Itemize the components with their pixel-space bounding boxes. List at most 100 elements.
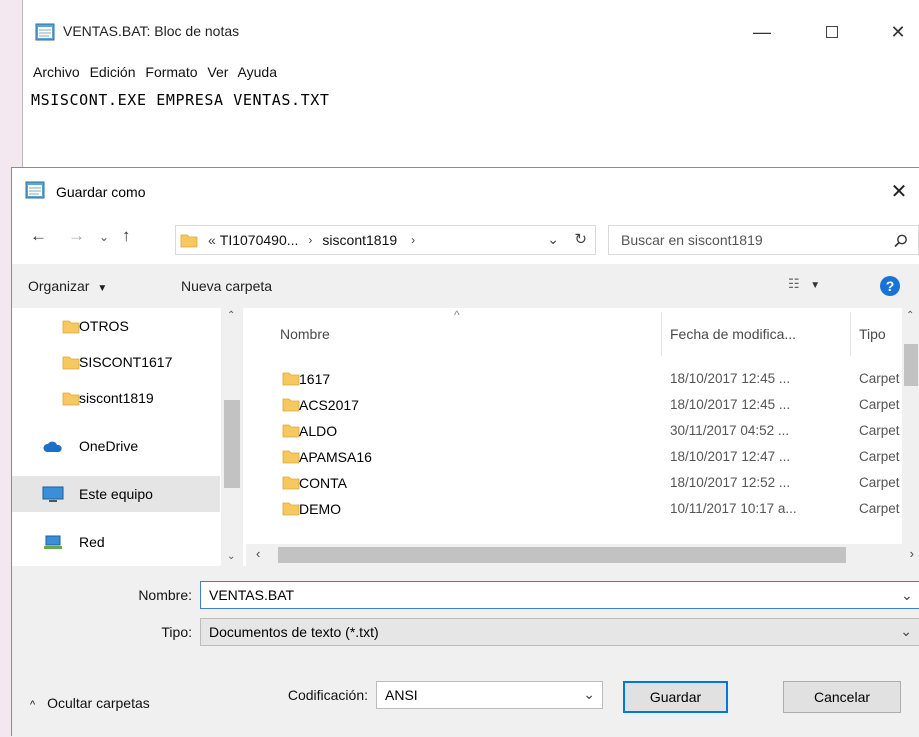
hide-folders-toggle[interactable]: ^ Ocultar carpetas: [30, 695, 150, 711]
column-header-date[interactable]: Fecha de modifica...: [670, 326, 796, 342]
nav-pane-scrollbar[interactable]: ⌃ ⌄: [221, 308, 243, 566]
file-row[interactable]: APAMSA16 18/10/2017 12:47 ... Carpet: [246, 444, 906, 470]
menu-edicion[interactable]: Edición: [90, 64, 136, 80]
change-view-button[interactable]: ☷ ▼: [788, 276, 820, 292]
folder-icon: [180, 234, 198, 248]
recent-locations-chevron-icon[interactable]: ⌄: [99, 230, 109, 244]
hide-folders-label: Ocultar carpetas: [47, 695, 150, 711]
nav-item-red[interactable]: Red: [12, 524, 220, 560]
file-type: Carpet: [859, 501, 900, 516]
file-row[interactable]: DEMO 10/11/2017 10:17 a... Carpet: [246, 496, 906, 516]
address-dropdown-chevron-icon[interactable]: ⌄: [547, 231, 559, 248]
organize-button[interactable]: Organizar ▼: [28, 278, 107, 294]
column-separator[interactable]: [850, 312, 851, 356]
breadcrumb-overflow[interactable]: «: [208, 232, 216, 248]
folder-icon: [62, 320, 80, 334]
file-row[interactable]: ACS2017 18/10/2017 12:45 ... Carpet: [246, 392, 906, 418]
folder-icon: [282, 398, 300, 412]
scroll-right-arrow-icon[interactable]: ›: [910, 546, 914, 561]
filetype-select[interactable]: Documentos de texto (*.txt) ⌄: [200, 618, 919, 646]
file-row[interactable]: CONTA 18/10/2017 12:52 ... Carpet: [246, 470, 906, 496]
folder-icon: [282, 450, 300, 464]
file-type: Carpet: [859, 371, 900, 386]
up-arrow-icon[interactable]: ↑: [122, 226, 131, 246]
close-button[interactable]: ✕: [875, 12, 919, 52]
nav-scroll-thumb[interactable]: [224, 400, 240, 488]
column-header-type[interactable]: Tipo: [859, 326, 886, 342]
search-input[interactable]: [619, 230, 879, 250]
file-name: ALDO: [299, 423, 338, 439]
breadcrumb-separator-icon[interactable]: ›: [308, 233, 312, 247]
column-separator[interactable]: [661, 312, 662, 356]
notepad-titlebar[interactable]: VENTAS.BAT: Bloc de notas — ✕: [23, 12, 919, 52]
scroll-up-arrow-icon[interactable]: ⌃: [906, 310, 914, 321]
file-list-horizontal-scrollbar[interactable]: ‹ ›: [246, 544, 919, 566]
breadcrumb-segment[interactable]: TI1070490...: [220, 232, 299, 248]
new-folder-button[interactable]: Nueva carpeta: [181, 278, 272, 294]
dropdown-arrow-icon: ▼: [97, 283, 108, 294]
notepad-menubar: Archivo Edición Formato Ver Ayuda: [33, 64, 283, 80]
nav-item-label: Este equipo: [79, 486, 153, 502]
organize-label: Organizar: [28, 278, 90, 294]
file-row[interactable]: ALDO 30/11/2017 04:52 ... Carpet: [246, 418, 906, 444]
scroll-up-arrow-icon[interactable]: ⌃: [227, 310, 235, 321]
nav-item-label: siscont1819: [79, 390, 154, 406]
save-button[interactable]: Guardar: [623, 681, 728, 713]
dialog-close-button[interactable]: ✕: [879, 174, 919, 208]
nav-item-otros[interactable]: OTROS: [12, 308, 220, 344]
close-icon: ✕: [890, 21, 906, 42]
menu-ver[interactable]: Ver: [207, 64, 228, 80]
column-header-name[interactable]: Nombre: [280, 326, 330, 342]
maximize-button[interactable]: [809, 12, 855, 52]
encoding-value: ANSI: [385, 687, 418, 703]
search-box[interactable]: [608, 225, 919, 255]
forward-arrow-icon[interactable]: →: [68, 226, 85, 246]
chevron-up-icon: ^: [30, 699, 36, 711]
nav-item-este-equipo[interactable]: Este equipo: [12, 476, 220, 512]
file-name: DEMO: [299, 501, 341, 516]
nav-item-siscont1819[interactable]: siscont1819: [12, 380, 220, 416]
scroll-down-arrow-icon[interactable]: ⌄: [227, 551, 235, 562]
notepad-title: VENTAS.BAT: Bloc de notas: [63, 23, 240, 39]
nav-item-label: OTROS: [79, 318, 129, 334]
notepad-app-icon: [25, 181, 45, 199]
save-options-panel: Nombre: ⌄ Tipo: Documentos de texto (*.t…: [12, 566, 919, 737]
vertical-scroll-thumb[interactable]: [904, 344, 918, 386]
cancel-button[interactable]: Cancelar: [783, 681, 901, 713]
breadcrumb-segment[interactable]: siscont1819: [322, 232, 397, 248]
filename-dropdown-chevron-icon[interactable]: ⌄: [901, 587, 913, 604]
network-icon: [44, 535, 62, 549]
file-row[interactable]: 1617 18/10/2017 12:45 ... Carpet: [246, 366, 906, 392]
filename-input[interactable]: [200, 581, 919, 609]
nav-item-label: SISCONT1617: [79, 354, 173, 370]
file-list: Nombre ^ Fecha de modifica... Tipo 1617 …: [246, 308, 919, 566]
scroll-left-arrow-icon[interactable]: ‹: [256, 546, 260, 561]
file-type: Carpet: [859, 423, 900, 438]
menu-ayuda[interactable]: Ayuda: [238, 64, 277, 80]
menu-archivo[interactable]: Archivo: [33, 64, 80, 80]
maximize-icon: [826, 26, 838, 38]
encoding-select[interactable]: ANSI ⌄: [376, 681, 603, 709]
address-bar[interactable]: « TI1070490... › siscont1819 › ⌄ ↻: [175, 225, 596, 255]
back-arrow-icon[interactable]: ←: [30, 226, 47, 246]
nav-item-onedrive[interactable]: OneDrive: [12, 428, 220, 464]
minimize-button[interactable]: —: [739, 12, 785, 52]
menu-formato[interactable]: Formato: [145, 64, 197, 80]
file-list-vertical-scrollbar[interactable]: ⌃: [902, 308, 919, 550]
file-name: 1617: [299, 371, 331, 387]
nav-item-label: OneDrive: [79, 438, 139, 454]
dialog-titlebar[interactable]: Guardar como ✕: [12, 168, 919, 216]
refresh-icon[interactable]: ↻: [574, 230, 587, 248]
file-date: 18/10/2017 12:52 ...: [670, 475, 791, 490]
dropdown-arrow-icon: ▼: [810, 280, 821, 291]
filetype-label: Tipo:: [161, 624, 192, 640]
help-icon[interactable]: ?: [880, 276, 900, 296]
search-icon[interactable]: [894, 234, 908, 248]
nav-item-siscont1617[interactable]: SISCONT1617: [12, 344, 220, 380]
notepad-app-icon: [35, 23, 55, 41]
file-type: Carpet: [859, 449, 900, 464]
horizontal-scroll-thumb[interactable]: [278, 547, 846, 563]
breadcrumb-separator-icon[interactable]: ›: [411, 233, 415, 247]
file-date: 18/10/2017 12:45 ...: [670, 397, 791, 412]
details-view-icon: ☷: [788, 276, 800, 291]
